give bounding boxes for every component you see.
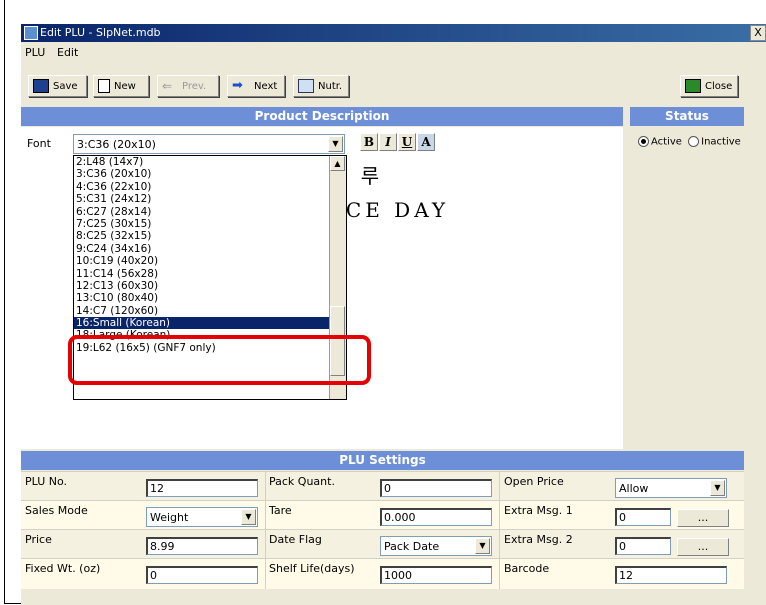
font-label: Font xyxy=(27,137,51,150)
font-option[interactable]: 4:C36 (22x10) xyxy=(74,181,346,193)
window-title: Edit PLU - SlpNet.mdb xyxy=(40,26,161,39)
shelf-life-label: Shelf Life(days) xyxy=(269,562,355,575)
font-select[interactable]: 3:C36 (20x10) ▼ xyxy=(73,134,345,154)
menu-bar: PLU Edit xyxy=(21,44,766,62)
inactive-radio[interactable] xyxy=(688,136,700,147)
active-radio[interactable] xyxy=(638,136,649,147)
close-door-icon xyxy=(685,79,701,93)
price-input[interactable]: 8.99 xyxy=(146,537,258,555)
title-bar: Edit PLU - SlpNet.mdb X xyxy=(21,24,766,42)
font-option[interactable]: 7:C25 (30x15) xyxy=(74,218,346,230)
extra-msg-1-input[interactable]: 0 xyxy=(615,508,671,526)
status-radio-group: Active Inactive xyxy=(638,136,741,148)
plu-settings-header: PLU Settings xyxy=(21,451,744,470)
price-label: Price xyxy=(25,533,52,546)
font-option[interactable]: 16:Small (Korean) xyxy=(74,317,346,330)
save-button[interactable]: Save xyxy=(28,75,87,97)
next-arrow-icon: ➡ xyxy=(232,78,243,93)
extra-msg-2-input[interactable]: 0 xyxy=(615,537,671,555)
menu-edit[interactable]: Edit xyxy=(57,46,78,59)
extra-msg-1-label: Extra Msg. 1 xyxy=(504,504,573,517)
settings-row-1: PLU No. 12 Pack Quant. 0 Open Price Allo… xyxy=(21,471,744,500)
save-icon xyxy=(33,79,49,93)
tare-input[interactable]: 0.000 xyxy=(380,508,492,526)
font-option[interactable]: 2:L48 (14x7) xyxy=(74,156,346,168)
shelf-life-input[interactable]: 1000 xyxy=(380,566,492,584)
chevron-down-icon[interactable]: ▼ xyxy=(710,480,725,496)
font-option[interactable]: 12:C13 (60x30) xyxy=(74,280,346,292)
settings-row-3: Price 8.99 Date Flag Pack Date ▼ Extra M… xyxy=(21,529,744,558)
pack-quant-input[interactable]: 0 xyxy=(380,479,492,497)
underline-button[interactable]: U xyxy=(398,133,416,151)
menu-plu[interactable]: PLU xyxy=(25,46,45,59)
sales-mode-select[interactable]: Weight ▼ xyxy=(146,507,258,527)
bold-button[interactable]: B xyxy=(360,133,378,151)
close-window-button[interactable]: X xyxy=(750,25,766,41)
font-option[interactable]: 14:C7 (120x60) xyxy=(74,305,346,317)
font-option[interactable]: 13:C10 (80x40) xyxy=(74,292,346,304)
chevron-down-icon[interactable]: ▼ xyxy=(475,538,490,554)
font-option[interactable]: 8:C25 (32x15) xyxy=(74,230,346,242)
fixed-wt-label: Fixed Wt. (oz) xyxy=(25,562,101,575)
font-option[interactable]: 10:C19 (40x20) xyxy=(74,255,346,267)
app-icon xyxy=(24,26,38,40)
nutrition-button[interactable]: Nutr. xyxy=(293,75,349,97)
tare-label: Tare xyxy=(269,504,292,517)
font-option[interactable]: 11:C14 (56x28) xyxy=(74,268,346,280)
settings-row-2: Sales Mode Weight ▼ Tare 0.000 Extra Msg… xyxy=(21,500,744,529)
chevron-down-icon[interactable]: ▼ xyxy=(328,136,343,152)
preview-line-2: ICE DAY xyxy=(334,198,450,222)
fixed-wt-input[interactable]: 0 xyxy=(146,566,258,584)
font-option[interactable]: 6:C27 (28x14) xyxy=(74,206,346,218)
open-price-select[interactable]: Allow ▼ xyxy=(615,478,727,498)
font-option[interactable]: 5:C31 (24x12) xyxy=(74,193,346,205)
next-button[interactable]: ➡ Next xyxy=(227,75,285,97)
date-flag-label: Date Flag xyxy=(269,533,322,546)
plu-no-label: PLU No. xyxy=(25,475,68,488)
highlight-annotation xyxy=(68,335,371,385)
new-button[interactable]: New xyxy=(93,75,149,97)
barcode-label: Barcode xyxy=(504,562,550,575)
new-document-icon xyxy=(98,79,110,93)
product-description-header: Product Description xyxy=(21,107,623,126)
nutrition-icon xyxy=(298,79,314,93)
font-color-button[interactable]: A xyxy=(417,133,435,151)
extra-msg-2-browse-button[interactable]: ... xyxy=(677,538,729,556)
barcode-input[interactable]: 12 xyxy=(615,566,727,584)
italic-button[interactable]: I xyxy=(379,133,397,151)
extra-msg-1-browse-button[interactable]: ... xyxy=(677,509,729,527)
scroll-up-icon[interactable]: ▲ xyxy=(330,156,345,171)
prev-button[interactable]: ⇐ Prev. xyxy=(157,75,219,97)
settings-row-4: Fixed Wt. (oz) 0 Shelf Life(days) 1000 B… xyxy=(21,558,744,589)
font-option[interactable]: 3:C36 (20x10) xyxy=(74,168,346,180)
sales-mode-label: Sales Mode xyxy=(25,504,88,517)
status-header: Status xyxy=(630,107,744,126)
prev-arrow-icon: ⇐ xyxy=(162,79,173,93)
close-button[interactable]: Close xyxy=(680,75,738,97)
pack-quant-label: Pack Quant. xyxy=(269,475,335,488)
chevron-down-icon[interactable]: ▼ xyxy=(241,509,256,525)
font-option[interactable]: 9:C24 (34x16) xyxy=(74,243,346,255)
plu-no-input[interactable]: 12 xyxy=(146,479,258,497)
extra-msg-2-label: Extra Msg. 2 xyxy=(504,533,573,546)
date-flag-select[interactable]: Pack Date ▼ xyxy=(380,536,492,556)
open-price-label: Open Price xyxy=(504,475,564,488)
status-panel xyxy=(630,127,744,449)
